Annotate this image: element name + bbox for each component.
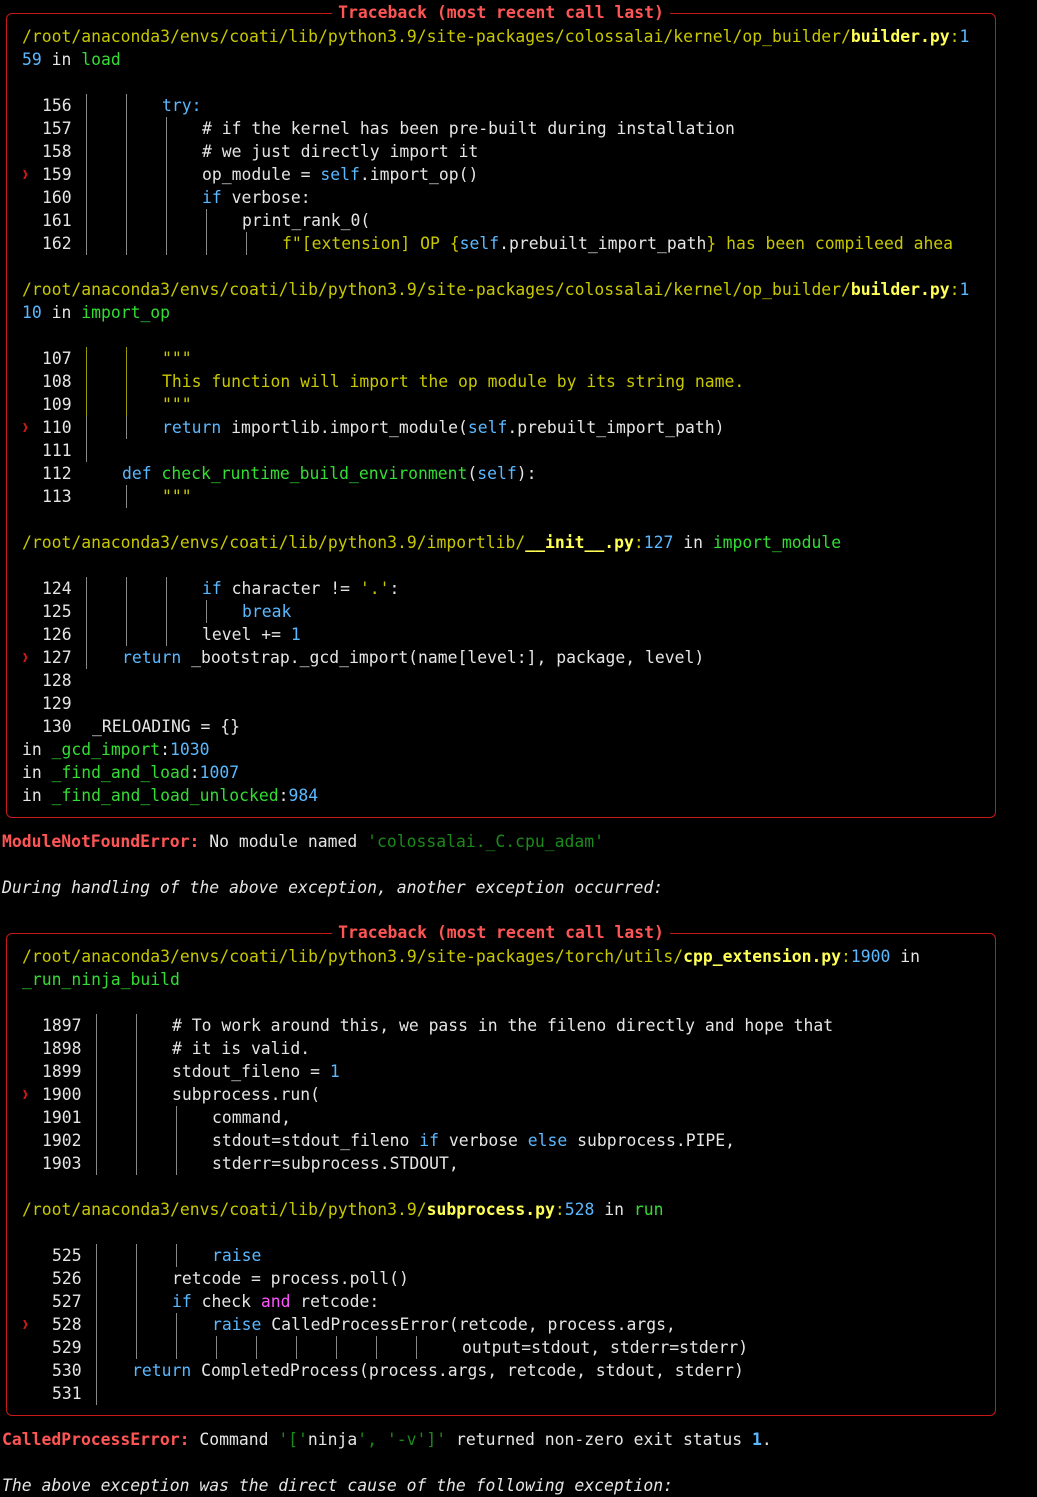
frame-location-cont[interactable]: _run_ninja_build	[22, 968, 180, 991]
frame-location[interactable]: /root/anaconda3/envs/coati/lib/python3.9…	[22, 945, 920, 968]
code-line: 1901	[42, 1108, 82, 1127]
code-line: 525	[52, 1246, 82, 1265]
current-line-marker-icon: ❱	[22, 168, 29, 181]
code-line: 530	[52, 1361, 82, 1380]
current-line-marker-icon: ❱	[22, 1318, 29, 1331]
code-line: 160	[42, 188, 72, 207]
current-line-marker-icon: ❱	[22, 421, 29, 434]
code-line: 125	[42, 602, 72, 621]
frame-location-cont[interactable]: 59 in load	[22, 48, 121, 71]
code-line: 109	[42, 395, 72, 414]
code-line: 1897	[42, 1016, 82, 1035]
chain-message: During handling of the above exception, …	[2, 878, 664, 897]
code-line-current: 528	[52, 1315, 82, 1334]
code-line: 526	[52, 1269, 82, 1288]
code-line: 1902	[42, 1131, 82, 1150]
code-line-current: 1900	[42, 1085, 82, 1104]
code-line: 112	[42, 464, 72, 483]
code-line: 107	[42, 349, 72, 368]
code-line: 1899	[42, 1062, 82, 1081]
code-line: 1898	[42, 1039, 82, 1058]
code-line-current: 110	[42, 418, 72, 437]
code-line: 161	[42, 211, 72, 230]
exception-message: CalledProcessError: Command '['ninja', '…	[2, 1430, 772, 1449]
code-line: 531	[52, 1384, 82, 1403]
frame-location[interactable]: /root/anaconda3/envs/coati/lib/python3.9…	[22, 25, 969, 48]
code-line: 124	[42, 579, 72, 598]
code-line: 129	[42, 694, 72, 713]
code-line: 1903	[42, 1154, 82, 1173]
code-line: 126	[42, 625, 72, 644]
code-line: 113	[42, 487, 72, 506]
chain-message: The above exception was the direct cause…	[2, 1476, 674, 1495]
frame-location[interactable]: /root/anaconda3/envs/coati/lib/python3.9…	[22, 278, 969, 301]
exception-message: ModuleNotFoundError: No module named 'co…	[2, 832, 604, 851]
code-line: 527	[52, 1292, 82, 1311]
code-line-current: 159	[42, 165, 72, 184]
frame-entry[interactable]: in _find_and_load:1007	[22, 761, 239, 784]
frame-location-cont[interactable]: 10 in import_op	[22, 301, 170, 324]
code-line: 156	[42, 96, 72, 115]
traceback-title: Traceback (most recent call last)	[332, 1, 670, 24]
code-line: 162	[42, 234, 72, 253]
code-line: 130	[42, 717, 72, 736]
traceback-title: Traceback (most recent call last)	[332, 921, 670, 944]
frame-entry[interactable]: in _gcd_import:1030	[22, 738, 210, 761]
code-line: 108	[42, 372, 72, 391]
code-line: 128	[42, 671, 72, 690]
code-line: 111	[42, 441, 72, 460]
frame-entry[interactable]: in _find_and_load_unlocked:984	[22, 784, 318, 807]
current-line-marker-icon: ❱	[22, 651, 29, 664]
code-line: 529	[52, 1338, 82, 1357]
current-line-marker-icon: ❱	[22, 1088, 29, 1101]
frame-location[interactable]: /root/anaconda3/envs/coati/lib/python3.9…	[22, 531, 841, 554]
code-line: 157	[42, 119, 72, 138]
code-line-current: 127	[42, 648, 72, 667]
frame-location[interactable]: /root/anaconda3/envs/coati/lib/python3.9…	[22, 1198, 663, 1221]
code-line: 158	[42, 142, 72, 161]
